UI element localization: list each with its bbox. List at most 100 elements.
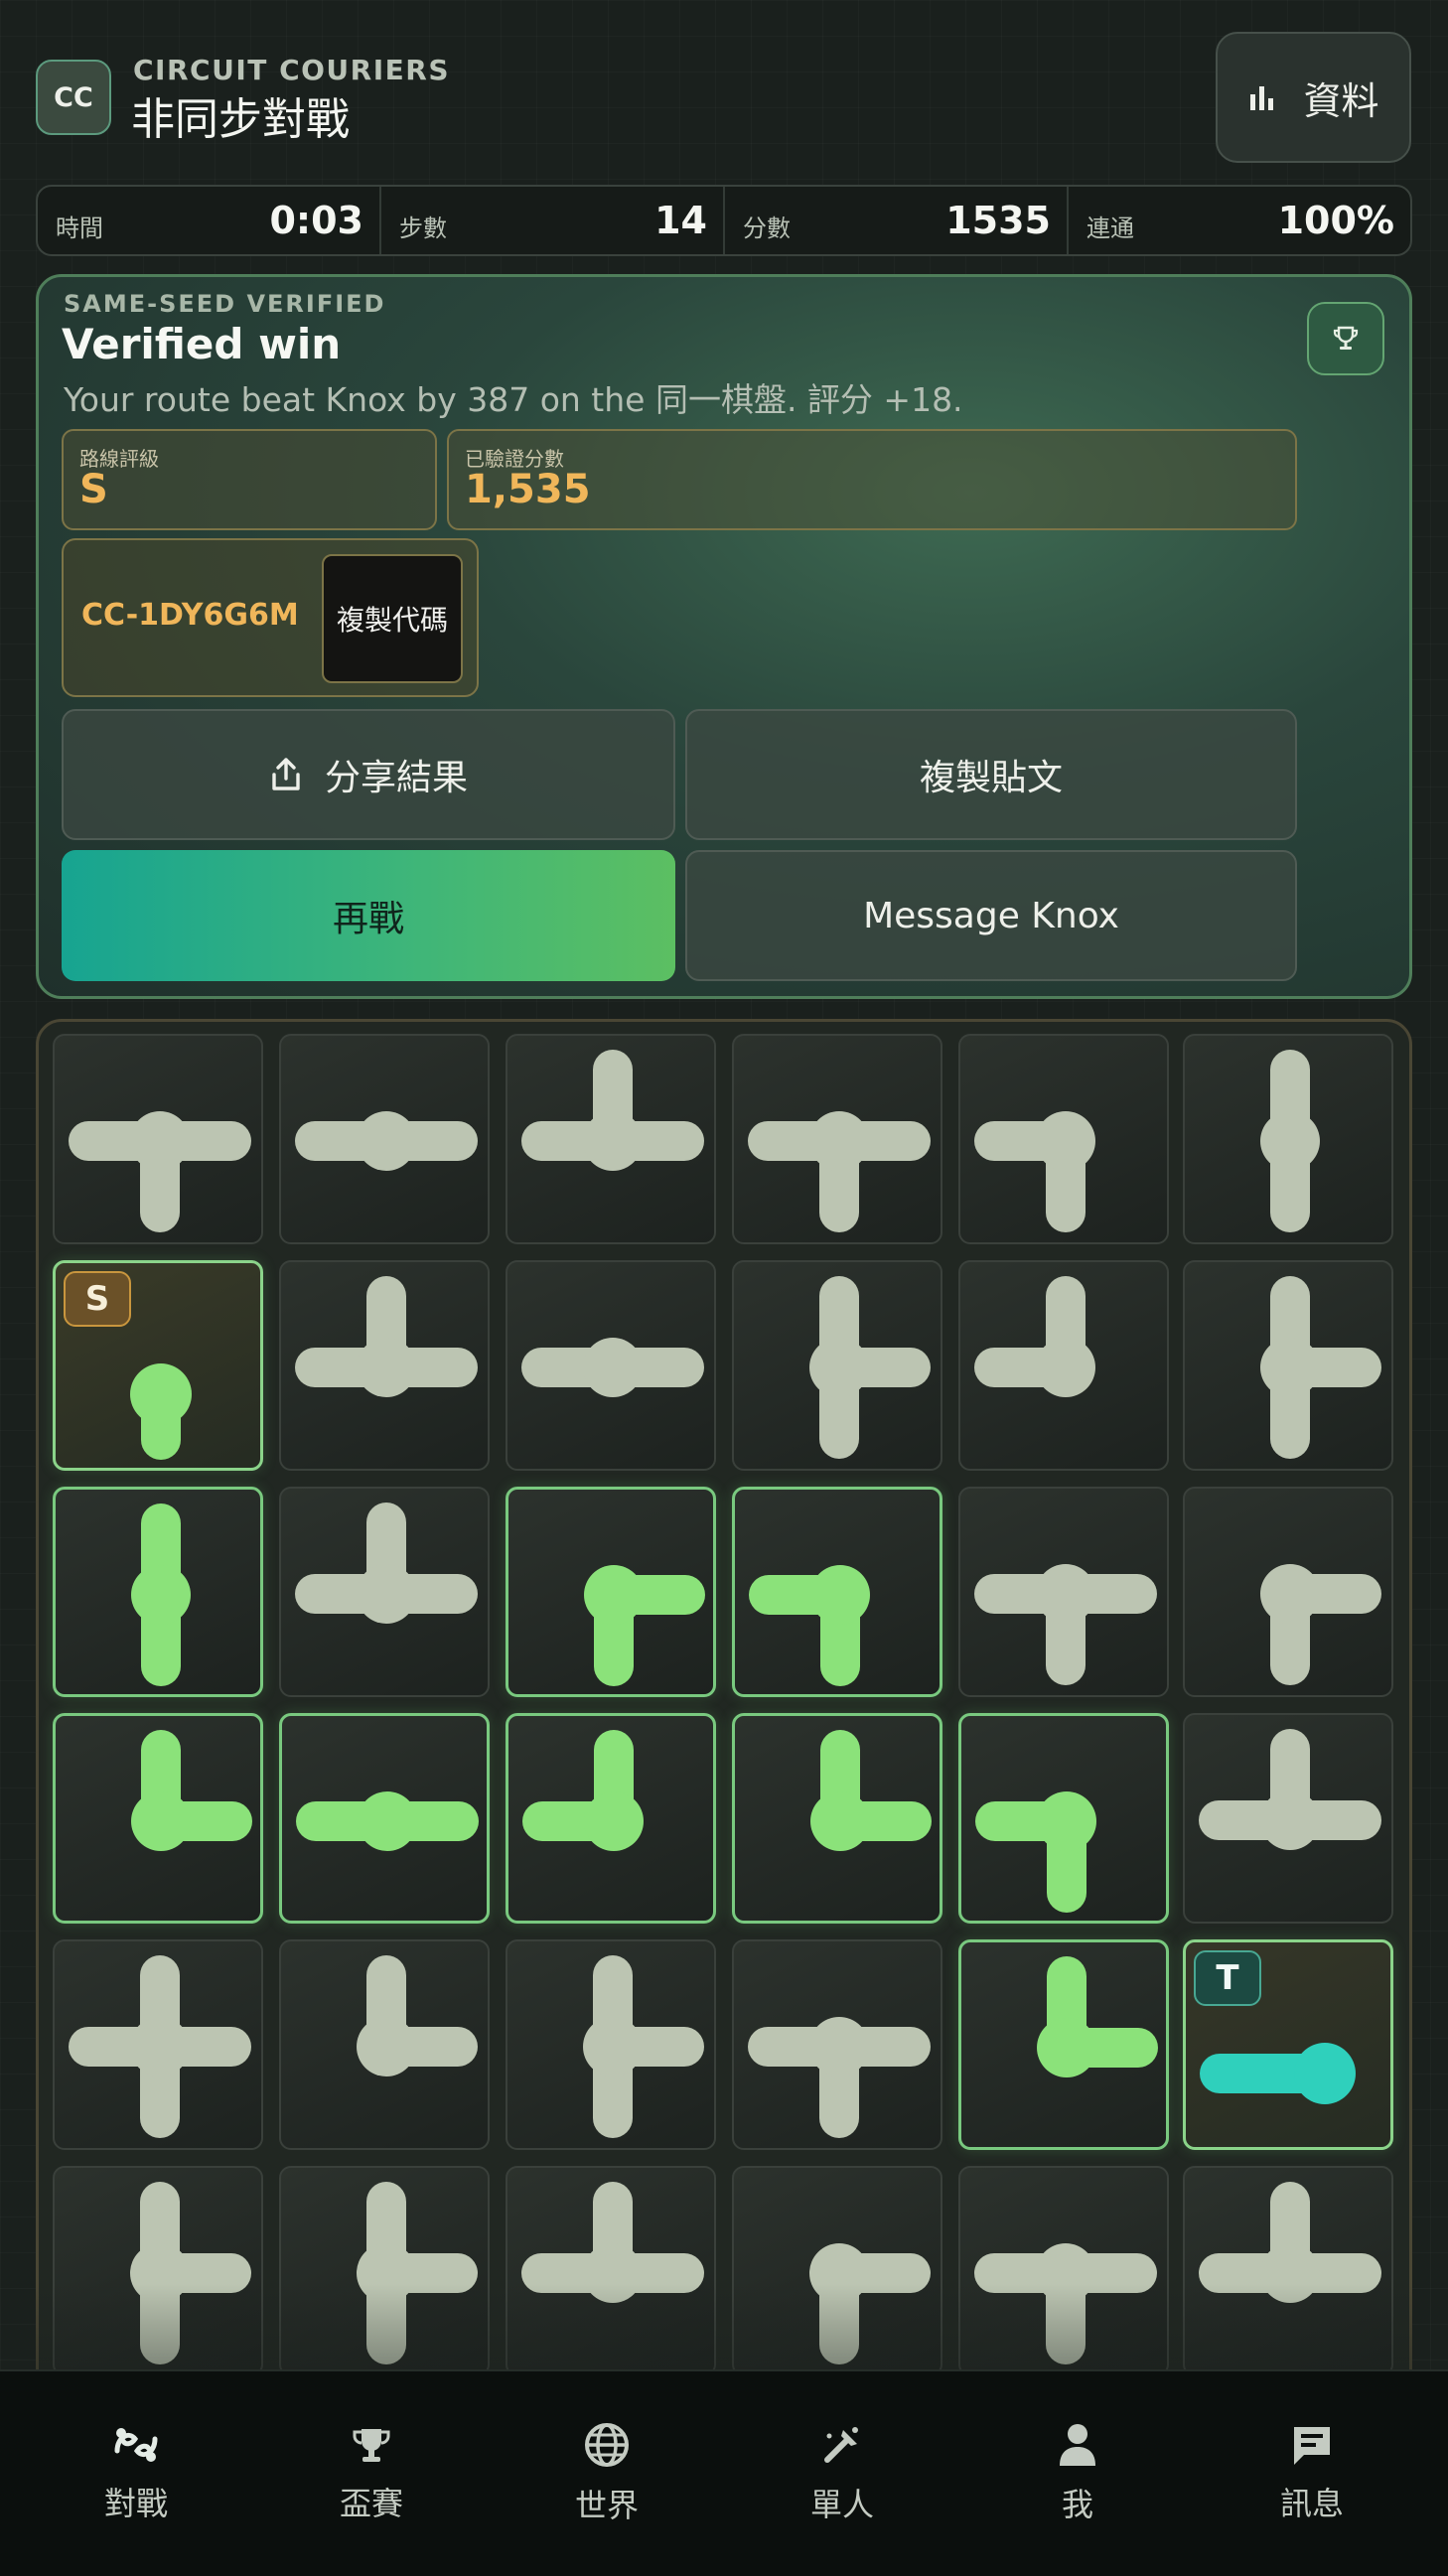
board-tile[interactable]	[506, 2166, 716, 2376]
match-code: CC-1DY6G6M	[81, 598, 299, 633]
grade-field: 路線評級 S	[62, 429, 437, 530]
stat-connectivity: 連通 100%	[1069, 187, 1410, 254]
logo-text: CC	[54, 81, 93, 113]
rematch-label: 再戰	[332, 899, 404, 939]
pipe-icon	[296, 1791, 479, 1851]
nav-item-messages[interactable]: 訊息	[1198, 2393, 1426, 2554]
start-tag: S	[64, 1271, 131, 1327]
pipe-icon	[1260, 1050, 1320, 1232]
stat-value: 0:03	[269, 199, 363, 242]
rematch-button[interactable]: 再戰	[62, 850, 675, 981]
nav-item-me[interactable]: 我	[963, 2393, 1192, 2554]
board-tile[interactable]	[1183, 1713, 1393, 1924]
board-tile[interactable]	[1183, 1487, 1393, 1697]
board-tile[interactable]	[958, 1034, 1169, 1244]
board-tile[interactable]	[506, 1487, 716, 1697]
stat-label: 分數	[743, 214, 791, 242]
message-opponent-button[interactable]: Message Knox	[685, 850, 1297, 981]
pipe-icon	[69, 1111, 251, 1232]
app-logo: CC	[36, 60, 111, 135]
message-label: Message Knox	[863, 895, 1119, 936]
board-tile[interactable]	[732, 1939, 942, 2150]
board-tile[interactable]	[958, 1939, 1169, 2150]
pipe-icon	[974, 1564, 1157, 1685]
board-tile[interactable]	[732, 2166, 942, 2376]
board-tile[interactable]	[958, 1487, 1169, 1697]
score-value: 1,535	[465, 467, 591, 512]
bar-chart-icon	[1250, 86, 1274, 110]
stat-label: 步數	[399, 214, 447, 242]
board-tile[interactable]	[732, 1713, 942, 1924]
message-icon	[1294, 2427, 1330, 2465]
board-tile[interactable]	[279, 1713, 490, 1924]
score-field: 已驗證分數 1,535	[447, 429, 1297, 530]
stat-label: 時間	[56, 214, 103, 242]
target-tile[interactable]: T	[1183, 1939, 1393, 2150]
pipe-icon	[521, 1050, 704, 1171]
result-kicker: SAME-SEED VERIFIED	[64, 290, 386, 318]
stat-time: 時間 0:03	[38, 187, 381, 254]
board-tile[interactable]	[732, 1260, 942, 1471]
nav-item-solo[interactable]: 單人	[728, 2393, 956, 2554]
board-tile[interactable]	[732, 1034, 942, 1244]
board-tile[interactable]	[279, 1487, 490, 1697]
board-tile[interactable]	[1183, 1260, 1393, 1471]
pipe-icon	[357, 2182, 478, 2364]
board-tile[interactable]	[279, 1034, 490, 1244]
board-tile[interactable]	[279, 1939, 490, 2150]
pipe-icon	[131, 1730, 252, 1851]
board-tile[interactable]	[279, 2166, 490, 2376]
stat-label: 連通	[1086, 214, 1134, 242]
board-tile[interactable]	[279, 1260, 490, 1471]
stat-score: 分數 1535	[725, 187, 1069, 254]
board-tile[interactable]	[958, 1713, 1169, 1924]
board-tile[interactable]	[506, 1260, 716, 1471]
board-tile[interactable]	[506, 1939, 716, 2150]
copy-code-button[interactable]: 複製代碼	[322, 554, 463, 683]
board-tile[interactable]	[506, 1713, 716, 1924]
nav-label: 我	[1061, 2486, 1093, 2523]
nav-label: 單人	[809, 2486, 874, 2523]
pipe-icon	[295, 1503, 478, 1624]
board-tile[interactable]	[53, 1939, 263, 2150]
share-result-button[interactable]: 分享結果	[62, 709, 675, 840]
pipe-icon	[809, 2243, 931, 2364]
brand-kicker: CIRCUIT COURIERS	[133, 54, 450, 86]
nav-item-tournament[interactable]: 盃賽	[257, 2393, 486, 2554]
copy-post-label: 複製貼文	[919, 758, 1063, 798]
trophy-button[interactable]	[1307, 302, 1384, 375]
pipe-icon	[521, 1338, 704, 1397]
board-tile[interactable]	[53, 1713, 263, 1924]
pipe-icon	[748, 2017, 931, 2138]
data-button[interactable]: 資料	[1216, 32, 1411, 163]
page-title: 非同步對戰	[131, 94, 350, 145]
pipe-icon	[974, 1276, 1095, 1397]
board-tile[interactable]	[53, 1034, 263, 1244]
pipe-icon	[810, 1730, 932, 1851]
nav-label: 盃賽	[339, 2485, 403, 2522]
board-tile[interactable]	[958, 2166, 1169, 2376]
nav-label: 世界	[574, 2487, 639, 2524]
stat-value: 14	[654, 199, 707, 242]
pipe-icon	[809, 1276, 931, 1459]
pipe-icon	[748, 1111, 931, 1232]
board-tile[interactable]	[1183, 1034, 1393, 1244]
pipe-icon	[521, 2182, 704, 2303]
board-tile[interactable]	[53, 1487, 263, 1697]
board-tile[interactable]	[732, 1487, 942, 1697]
pipe-icon	[975, 1791, 1096, 1913]
copy-post-button[interactable]: 複製貼文	[685, 709, 1297, 840]
share-icon	[272, 758, 300, 790]
nav-label: 對戰	[103, 2485, 168, 2522]
start-tile[interactable]: S	[53, 1260, 263, 1471]
board-tile[interactable]	[958, 1260, 1169, 1471]
pipe-icon	[522, 1730, 644, 1851]
nav-label: 訊息	[1279, 2485, 1344, 2522]
board-tile[interactable]	[53, 2166, 263, 2376]
nav-item-world[interactable]: 世界	[493, 2393, 721, 2554]
result-subtitle: Your route beat Knox by 387 on the 同一棋盤.…	[64, 380, 963, 419]
nav-item-versus[interactable]: 對戰	[22, 2393, 250, 2554]
board-tile[interactable]	[1183, 2166, 1393, 2376]
board-tile[interactable]	[506, 1034, 716, 1244]
pipe-icon	[974, 2243, 1157, 2364]
